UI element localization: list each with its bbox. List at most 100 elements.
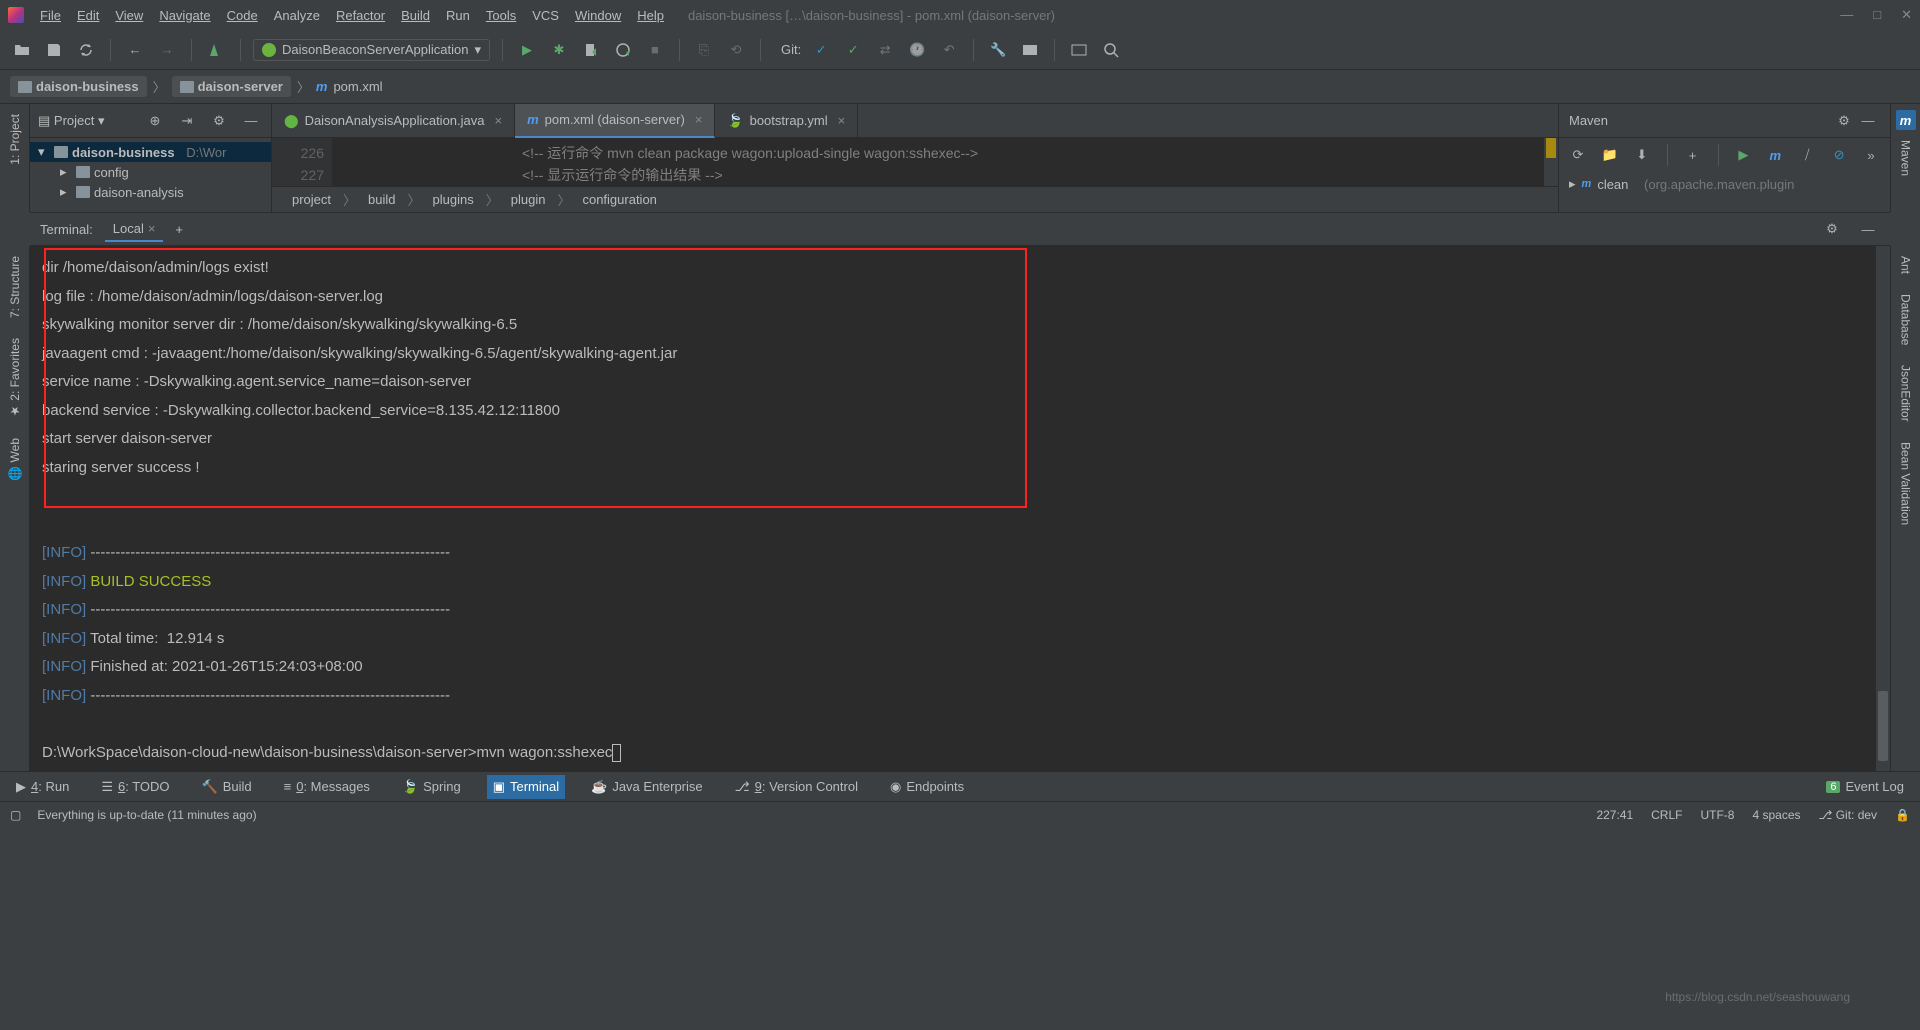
- crumb-item[interactable]: plugin: [511, 192, 546, 207]
- tree-node[interactable]: ▸daison-analysis: [30, 182, 271, 202]
- breadcrumb-item[interactable]: daison-business: [10, 76, 147, 97]
- git-revert-icon[interactable]: ↶: [937, 38, 961, 62]
- project-view-selector[interactable]: ▤ Project ▾: [38, 113, 105, 129]
- right-tab-database[interactable]: Database: [1895, 284, 1917, 355]
- status-tool-windows-icon[interactable]: ▢: [10, 808, 21, 822]
- menu-refactor[interactable]: Refactor: [336, 8, 385, 23]
- menu-help[interactable]: Help: [637, 8, 664, 23]
- build-icon[interactable]: [204, 38, 228, 62]
- menu-tools[interactable]: Tools: [486, 8, 516, 23]
- bottom-tab-endpoints[interactable]: ◉ Endpoints: [884, 775, 970, 799]
- left-tab-structure[interactable]: 7: Structure: [4, 246, 26, 328]
- bottom-tab-todo[interactable]: ☰ 6: TODO: [95, 775, 175, 799]
- add-terminal-icon[interactable]: +: [175, 222, 183, 237]
- menu-window[interactable]: Window: [575, 8, 621, 23]
- crumb-item[interactable]: build: [368, 192, 395, 207]
- maven-m-icon[interactable]: m: [1764, 143, 1786, 167]
- project-structure-icon[interactable]: [1018, 38, 1042, 62]
- menu-edit[interactable]: Edit: [77, 8, 99, 23]
- close-icon[interactable]: ✕: [1901, 7, 1912, 23]
- right-tab-json[interactable]: JsonEditor: [1895, 355, 1917, 432]
- tree-node[interactable]: ▸config: [30, 162, 271, 182]
- maximize-icon[interactable]: □: [1873, 7, 1881, 23]
- back-icon[interactable]: ←: [123, 38, 147, 62]
- menu-view[interactable]: View: [115, 8, 143, 23]
- generate-sources-icon[interactable]: 📁: [1599, 143, 1621, 167]
- maven-tree-node[interactable]: ▸mclean (org.apache.maven.plugin: [1569, 176, 1880, 192]
- git-compare-icon[interactable]: ⇄: [873, 38, 897, 62]
- gear-icon[interactable]: ⚙: [1820, 217, 1844, 241]
- left-tab-favorites[interactable]: ★ 2: Favorites: [4, 328, 26, 428]
- attach-icon[interactable]: ⎘: [692, 38, 716, 62]
- settings-icon[interactable]: 🔧: [986, 38, 1010, 62]
- toggle-offline-icon[interactable]: ⧸: [1796, 143, 1818, 167]
- git-history-icon[interactable]: 🕐: [905, 38, 929, 62]
- bottom-tab-messages[interactable]: ≡ 0: Messages: [278, 775, 376, 798]
- menu-file[interactable]: File: [40, 8, 61, 23]
- sync-icon[interactable]: [74, 38, 98, 62]
- toggle-skip-tests-icon[interactable]: ⊘: [1828, 143, 1850, 167]
- close-tab-icon[interactable]: ×: [838, 113, 846, 128]
- breadcrumb-file[interactable]: pom.xml: [333, 79, 382, 94]
- editor-tab[interactable]: ⬤DaisonAnalysisApplication.java×: [272, 104, 515, 138]
- save-icon[interactable]: [42, 38, 66, 62]
- bottom-tab-version-control[interactable]: ⎇ 9: Version Control: [729, 775, 864, 799]
- menu-run[interactable]: Run: [446, 8, 470, 23]
- bottom-tab-java-ee[interactable]: ☕ Java Enterprise: [585, 775, 709, 799]
- run-config-selector[interactable]: DaisonBeaconServerApplication ▾: [253, 39, 490, 61]
- terminal-tab[interactable]: Local ×: [105, 217, 164, 242]
- coverage-icon[interactable]: [579, 38, 603, 62]
- gear-icon[interactable]: ⚙: [1832, 109, 1856, 133]
- menu-code[interactable]: Code: [227, 8, 258, 23]
- status-line-sep[interactable]: CRLF: [1651, 808, 1682, 822]
- crumb-item[interactable]: project: [292, 192, 331, 207]
- tree-node-root[interactable]: ▾daison-business D:\Wor: [30, 142, 271, 162]
- bottom-tab-spring[interactable]: 🍃 Spring: [396, 775, 467, 799]
- reload-icon[interactable]: ⟲: [724, 38, 748, 62]
- menu-vcs[interactable]: VCS: [532, 8, 559, 23]
- git-commit-icon[interactable]: ✓: [841, 38, 865, 62]
- reimport-icon[interactable]: ⟳: [1567, 143, 1589, 167]
- terminal-scrollbar[interactable]: [1876, 246, 1890, 771]
- hide-icon[interactable]: —: [1856, 217, 1880, 241]
- close-tab-icon[interactable]: ×: [148, 221, 156, 236]
- status-encoding[interactable]: UTF-8: [1700, 808, 1734, 822]
- status-position[interactable]: 227:41: [1596, 808, 1633, 822]
- stop-icon[interactable]: ■: [643, 38, 667, 62]
- gear-icon[interactable]: ⚙: [207, 109, 231, 133]
- right-tab-maven[interactable]: Maven: [1895, 130, 1917, 186]
- expand-all-icon[interactable]: ⊕: [143, 109, 167, 133]
- close-tab-icon[interactable]: ×: [495, 113, 503, 128]
- status-lock-icon[interactable]: 🔒: [1895, 808, 1910, 822]
- left-tab-web[interactable]: 🌐 Web: [4, 428, 26, 490]
- status-git-branch[interactable]: ⎇ Git: dev: [1819, 808, 1878, 822]
- git-update-icon[interactable]: ✓: [809, 38, 833, 62]
- editor-tab[interactable]: 🍃bootstrap.yml×: [715, 104, 858, 138]
- vertical-scrollbar[interactable]: [1544, 138, 1558, 186]
- jrebel-icon[interactable]: [1067, 38, 1091, 62]
- search-icon[interactable]: [1099, 38, 1123, 62]
- bottom-tab-build[interactable]: 🔨 Build: [196, 775, 258, 799]
- forward-icon[interactable]: →: [155, 38, 179, 62]
- crumb-item[interactable]: plugins: [433, 192, 474, 207]
- more-icon[interactable]: »: [1860, 143, 1882, 167]
- minimize-icon[interactable]: —: [1840, 7, 1853, 23]
- debug-icon[interactable]: ✱: [547, 38, 571, 62]
- close-tab-icon[interactable]: ×: [695, 112, 703, 127]
- menu-analyze[interactable]: Analyze: [274, 8, 320, 23]
- profile-icon[interactable]: [611, 38, 635, 62]
- download-icon[interactable]: ⬇: [1631, 143, 1653, 167]
- hide-icon[interactable]: —: [239, 109, 263, 133]
- code-editor[interactable]: 226 227 <!-- 运行命令 mvn clean package wago…: [272, 138, 1558, 186]
- terminal-output[interactable]: dir /home/daison/admin/logs exist! log f…: [30, 246, 1876, 771]
- status-indent[interactable]: 4 spaces: [1752, 808, 1800, 822]
- left-tab-project[interactable]: 1: Project: [4, 104, 26, 175]
- maven-tab-icon[interactable]: m: [1896, 110, 1916, 130]
- run-maven-icon[interactable]: ▶: [1732, 143, 1754, 167]
- right-tab-ant[interactable]: Ant: [1895, 246, 1917, 284]
- menu-build[interactable]: Build: [401, 8, 430, 23]
- run-icon[interactable]: ▶: [515, 38, 539, 62]
- bottom-tab-run[interactable]: ▶ 4: Run: [10, 775, 75, 799]
- crumb-item[interactable]: configuration: [582, 192, 656, 207]
- bottom-tab-event-log[interactable]: 6 Event Log: [1820, 775, 1910, 798]
